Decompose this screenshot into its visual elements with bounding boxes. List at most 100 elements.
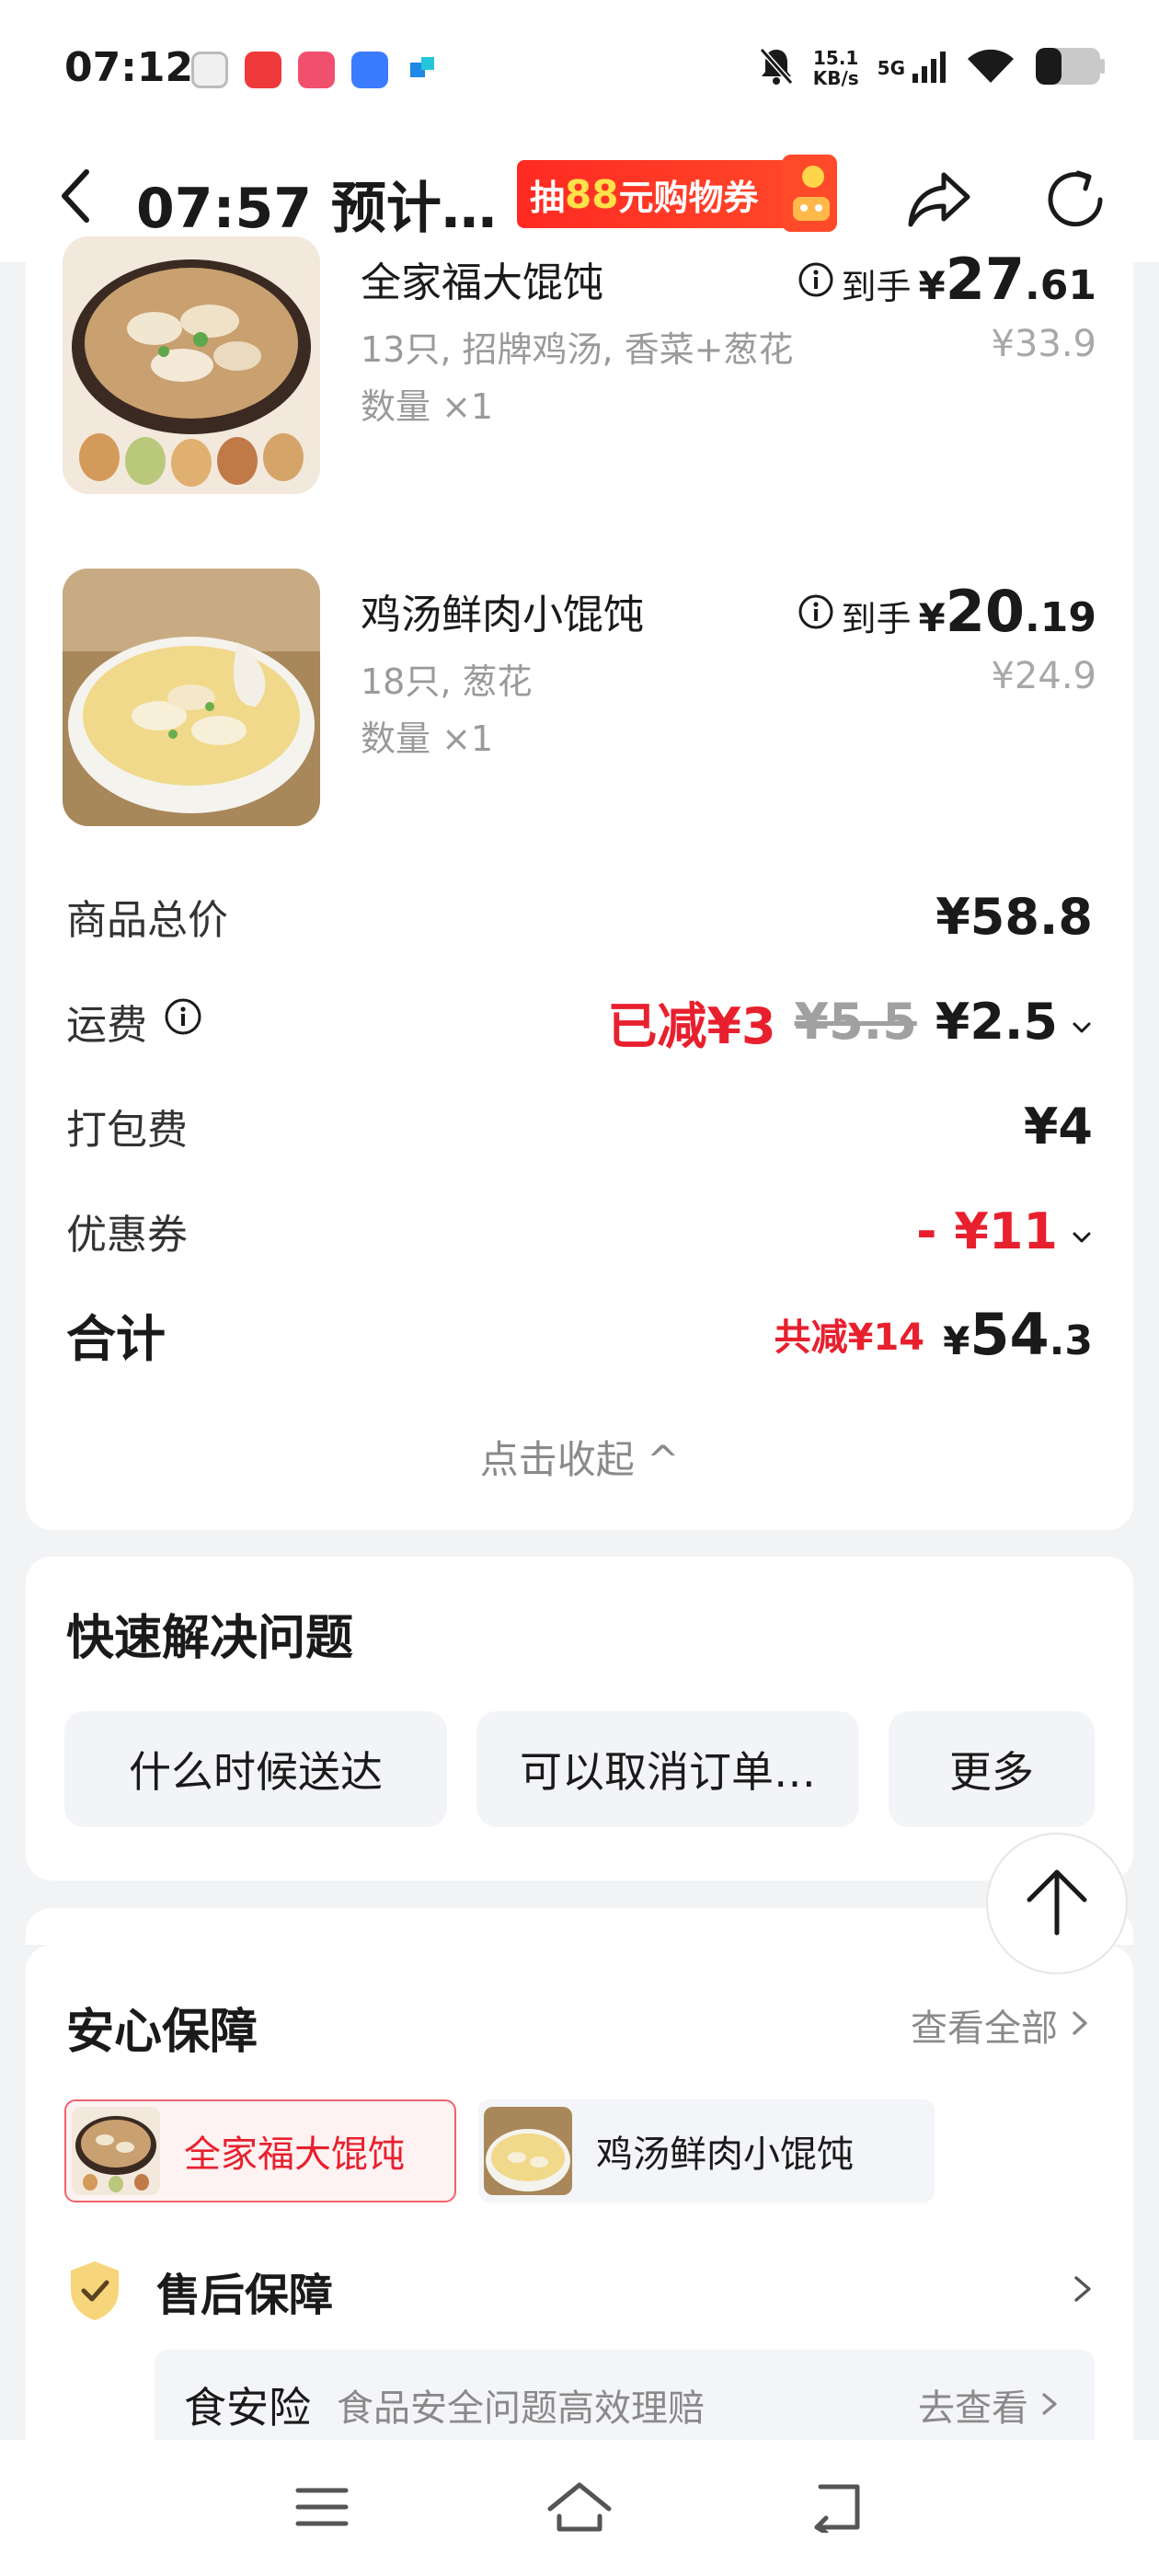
original-price: ¥33.9 (991, 323, 1096, 365)
packing-fee-label: 打包费 (66, 1107, 188, 1154)
subtotal-value: ¥58.8 (935, 887, 1093, 946)
home-icon (546, 2481, 613, 2536)
after-sale-title: 售后保障 (156, 2270, 334, 2321)
delivery-fee-label: 运费 (66, 1002, 147, 1049)
share-button[interactable] (903, 164, 975, 236)
order-item[interactable]: 全家福大馄饨 13只, 招牌鸡汤, 香菜+葱花 数量 ×1 到手 ¥27.61 … (63, 236, 1096, 494)
total-value-wrap: 共减¥14 ¥54.3 (775, 1301, 1093, 1368)
system-nav-bar (0, 2440, 1159, 2576)
price-dec: .61 (1025, 262, 1096, 309)
arrive-label: 到手 (841, 599, 912, 639)
battery-icon (1034, 46, 1106, 90)
video-app-icon (298, 52, 335, 88)
chevron-right-icon (1071, 2004, 1089, 2046)
help-chip-more[interactable]: 更多 (889, 1711, 1095, 1827)
delivery-discount: 已减¥3 (607, 996, 776, 1055)
back-nav-button[interactable] (800, 2477, 874, 2541)
promo-suffix: 元购物券 (618, 177, 759, 218)
order-item[interactable]: 鸡汤鲜肉小馄饨 18只, 葱花 数量 ×1 到手 ¥20.19 ¥24.9 (63, 569, 1096, 826)
price-dec: .19 (1025, 594, 1096, 641)
price-int: 20 (945, 578, 1026, 645)
after-sale-row[interactable]: 售后保障 (66, 2254, 1093, 2328)
help-chip-delivery-time[interactable]: 什么时候送达 (64, 1711, 447, 1827)
coupon-value: - ¥11 (916, 1202, 1058, 1260)
item-price: 到手 ¥27.61 (798, 246, 1096, 313)
info-icon[interactable] (798, 593, 834, 630)
delivery-fee-row[interactable]: 运费 已减¥3 ¥5.5 ¥2.5 (66, 989, 1093, 1055)
price-yen: ¥ (918, 595, 946, 640)
promo-banner[interactable]: 抽 88 元购物券 (517, 155, 837, 232)
gift-icon (782, 155, 837, 232)
tab-thumbnail (484, 2107, 572, 2195)
item-name: 鸡汤鲜肉小馄饨 (361, 592, 644, 638)
browser-app-icon (351, 52, 388, 88)
menu-icon (294, 2485, 350, 2533)
menu-button[interactable] (285, 2477, 359, 2541)
assurance-tab-item-1[interactable]: 全家福大馄饨 (64, 2099, 456, 2202)
help-chip-cancel-order[interactable]: 可以取消订单… (476, 1711, 859, 1827)
settings-app-icon (191, 52, 228, 88)
item-desc: 18只, 葱花 (361, 661, 533, 702)
wifi-icon (966, 48, 1016, 88)
back-to-top-button[interactable] (986, 1833, 1128, 1974)
price-int: 27 (945, 246, 1026, 313)
total-int: 54 (970, 1300, 1050, 1368)
tab-thumbnail (72, 2107, 160, 2195)
subtotal-label: 商品总价 (66, 897, 228, 944)
arrive-price: ¥20.19 (919, 578, 1096, 645)
notification-icons (191, 52, 442, 88)
refresh-button[interactable] (1039, 164, 1111, 236)
item-name: 全家福大馄饨 (361, 259, 603, 306)
status-right: 15.1 KB/s 5G (758, 46, 1106, 90)
page-title: 07:57 预计… (136, 177, 497, 241)
delivery-fee-value-wrap: 已减¥3 ¥5.5 ¥2.5 (607, 985, 1093, 1058)
item-thumbnail (63, 569, 320, 826)
info-icon[interactable] (164, 997, 202, 1046)
delivery-orig-price: ¥5.5 (794, 992, 917, 1051)
arrive-price: ¥27.61 (919, 246, 1096, 313)
total-label: 合计 (66, 1309, 166, 1368)
card-top-edge (26, 1908, 1133, 1945)
assurance-tab-label: 鸡汤鲜肉小馄饨 (596, 2133, 854, 2176)
delivery-fee-value: ¥2.5 (935, 992, 1058, 1051)
total-saved: 共减¥14 (774, 1317, 925, 1359)
price-yen: ¥ (918, 263, 946, 308)
item-qty: 数量 ×1 (361, 386, 494, 427)
chevron-down-icon (1071, 1202, 1093, 1260)
total-yen: ¥ (943, 1317, 970, 1363)
assurance-card: 安心保障 查看全部 全家福大馄饨 鸡汤鲜肉小馄饨 售后保障 食安险 食品安全问题… (26, 1945, 1133, 2460)
item-thumbnail (63, 236, 320, 494)
collapse-button[interactable]: 点击收起 ^ (26, 1429, 1133, 1485)
home-button[interactable] (543, 2477, 616, 2541)
chevron-right-icon (1073, 2274, 1093, 2307)
total-row: 合计 共减¥14 ¥54.3 (66, 1301, 1093, 1368)
arrive-label: 到手 (841, 267, 912, 307)
promo-amount: 88 (565, 171, 619, 217)
chat-app-icon (405, 52, 442, 88)
original-price: ¥24.9 (991, 655, 1096, 697)
delivery-fee-label-wrap: 运费 (66, 992, 202, 1051)
promo-prefix: 抽 (530, 177, 566, 218)
see-all-link[interactable]: 查看全部 (911, 1998, 1089, 2052)
game-app-icon (245, 52, 281, 88)
coupon-row[interactable]: 优惠券 - ¥11 (66, 1199, 1093, 1263)
total-dec: .3 (1049, 1317, 1093, 1364)
back-icon (57, 167, 94, 229)
net-speed-unit: KB/s (812, 67, 859, 89)
assurance-tab-item-2[interactable]: 鸡汤鲜肉小馄饨 (478, 2099, 935, 2202)
insurance-view-link[interactable]: 去查看 (918, 2378, 1058, 2432)
status-bar: 07:12 15.1 KB/s 5G (0, 0, 1159, 138)
status-time: 07:12 (64, 44, 194, 91)
chevron-down-icon (1071, 993, 1093, 1051)
arrow-up-icon (1022, 1865, 1092, 1942)
network-type: 5G (877, 57, 905, 79)
back-button[interactable] (48, 166, 103, 230)
item-qty: 数量 ×1 (361, 719, 494, 759)
assurance-tab-label: 全家福大馄饨 (184, 2133, 405, 2176)
quick-help-title: 快速解决问题 (66, 1611, 354, 1666)
coupon-value-wrap: - ¥11 (916, 1202, 1093, 1260)
assurance-title: 安心保障 (66, 2005, 258, 2060)
back-nav-icon (808, 2481, 866, 2536)
info-icon[interactable] (798, 261, 834, 298)
packing-fee-value: ¥4 (1023, 1097, 1093, 1156)
